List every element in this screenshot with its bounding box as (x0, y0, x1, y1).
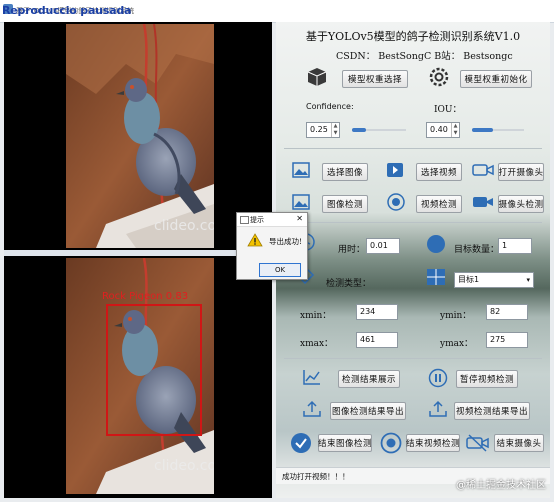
playback-overlay-text: Reproduccio pausada (2, 4, 132, 17)
settings-gear-icon (429, 67, 449, 87)
export-video-button[interactable]: 视频检测结果导出 (454, 402, 530, 420)
watermark-text: clideo.com (154, 218, 214, 234)
window-icon (240, 216, 249, 224)
confidence-slider[interactable] (352, 128, 406, 132)
type-label: 检测类型： (326, 279, 372, 289)
time-label: 用时： (338, 245, 366, 255)
dialog-message: 导出成功! (269, 237, 303, 246)
watermark-text-bottom: clideo.com (154, 458, 214, 474)
video-detect-button[interactable]: 视频检测 (416, 195, 462, 213)
select-image-button[interactable]: 选择图像 (322, 163, 368, 181)
time-field: 0.01 (366, 238, 400, 254)
status-message: 成功打开视频！！！ (282, 472, 350, 481)
show-results-button[interactable]: 检测结果展示 (338, 370, 400, 388)
separator (284, 148, 542, 149)
confidence-label: Confidence: (306, 102, 354, 111)
confidence-value: 0.25 (310, 125, 328, 134)
end-image-detect-button[interactable]: 结束图像检测 (318, 434, 372, 452)
warning-icon (247, 233, 263, 247)
detection-bounding-box (106, 304, 202, 436)
iou-slider[interactable] (472, 128, 524, 132)
pigeon-original-image (66, 24, 214, 248)
end-camera-button[interactable]: 结束摄像头 (494, 434, 544, 452)
iou-slider-fill (472, 128, 493, 132)
original-image-view: clideo.com (66, 24, 214, 248)
corner-watermark: @稀土掘金技术社区 (456, 480, 546, 491)
xmax-field: 461 (356, 332, 398, 348)
confidence-spinbox[interactable]: 0.25 ▲ ▼ (306, 122, 340, 138)
separator (284, 222, 542, 223)
chevron-down-icon[interactable]: ▾ (526, 273, 530, 287)
check-circle-icon (291, 433, 311, 453)
spin-arrows-icon[interactable]: ▲ ▼ (451, 123, 459, 137)
iou-label: IOU： (434, 105, 462, 115)
upload-video-icon (429, 400, 447, 417)
xmax-label: xmax： (300, 339, 334, 349)
export-image-button[interactable]: 图像检测结果导出 (330, 402, 406, 420)
camera-detect-button[interactable]: 摄像头检测 (498, 195, 544, 213)
model-init-button[interactable]: 模型权重初始化 (460, 70, 532, 88)
window-title-bar: 基于YOLOv5模型的鸽子检测识别系统 Reproduccio pausada (0, 0, 554, 23)
select-video-button[interactable]: 选择视频 (416, 163, 462, 181)
iou-spinbox[interactable]: 0.40 ▲ ▼ (426, 122, 460, 138)
target-count-label: 目标数量： (454, 245, 500, 255)
image-detect-button[interactable]: 图像检测 (322, 195, 368, 213)
end-video-detect-button[interactable]: 结束视频检测 (406, 434, 460, 452)
open-camera-button[interactable]: 打开摄像头 (498, 163, 544, 181)
export-success-dialog: 提示 ✕ 导出成功! OK (236, 212, 308, 280)
ymin-field: 82 (486, 304, 528, 320)
target-icon (427, 235, 445, 253)
dialog-title: 提示 (250, 216, 264, 224)
camera-detect-icon (473, 197, 493, 207)
close-icon[interactable]: ✕ (296, 214, 303, 223)
app-title: 基于YOLOv5模型的鸽子检测识别系统V1.0 (305, 30, 521, 43)
stop-icon (380, 432, 402, 454)
camera-off-icon (466, 434, 489, 452)
xmin-label: xmin： (300, 311, 332, 321)
dialog-title-bar: 提示 ✕ (237, 213, 307, 227)
control-panel: 基于YOLOv5模型的鸽子检测识别系统V1.0 CSDN： BestSongC … (276, 22, 550, 498)
chart-icon (303, 370, 320, 385)
iou-value: 0.40 (430, 125, 448, 134)
view-divider (4, 250, 272, 256)
author-credit: CSDN： BestSongC B站： Bestsongc (336, 51, 513, 62)
ymax-label: ymax： (440, 339, 474, 349)
dialog-ok-button[interactable]: OK (259, 263, 301, 277)
upload-icon (303, 400, 321, 417)
grid-icon (427, 269, 445, 285)
pause-icon (428, 368, 448, 388)
pause-video-button[interactable]: 暂停视频检测 (456, 370, 518, 388)
target-select-value: 目标1 (458, 275, 480, 284)
separator (284, 358, 542, 359)
detection-image-view: Rock Pigeon 0.83 clideo.com (66, 258, 214, 494)
detection-label: Rock Pigeon 0.83 (102, 291, 189, 302)
model-select-button[interactable]: 模型权重选择 (342, 70, 408, 88)
video-play-icon (387, 163, 403, 177)
xmin-field: 234 (356, 304, 398, 320)
target-select-dropdown[interactable]: 目标1 ▾ (454, 272, 534, 288)
video-detect-icon (387, 193, 405, 211)
cube-icon (307, 68, 327, 86)
camera-icon (472, 164, 494, 176)
target-count-field: 1 (498, 238, 532, 254)
image-detect-icon (292, 194, 310, 210)
ymax-field: 275 (486, 332, 528, 348)
confidence-slider-fill (352, 128, 366, 132)
image-icon (292, 162, 310, 178)
image-display-panel: clideo.com Rock Pigeon 0.83 clideo.com (4, 22, 272, 498)
ymin-label: ymin： (440, 311, 472, 321)
spin-arrows-icon[interactable]: ▲ ▼ (331, 123, 339, 137)
